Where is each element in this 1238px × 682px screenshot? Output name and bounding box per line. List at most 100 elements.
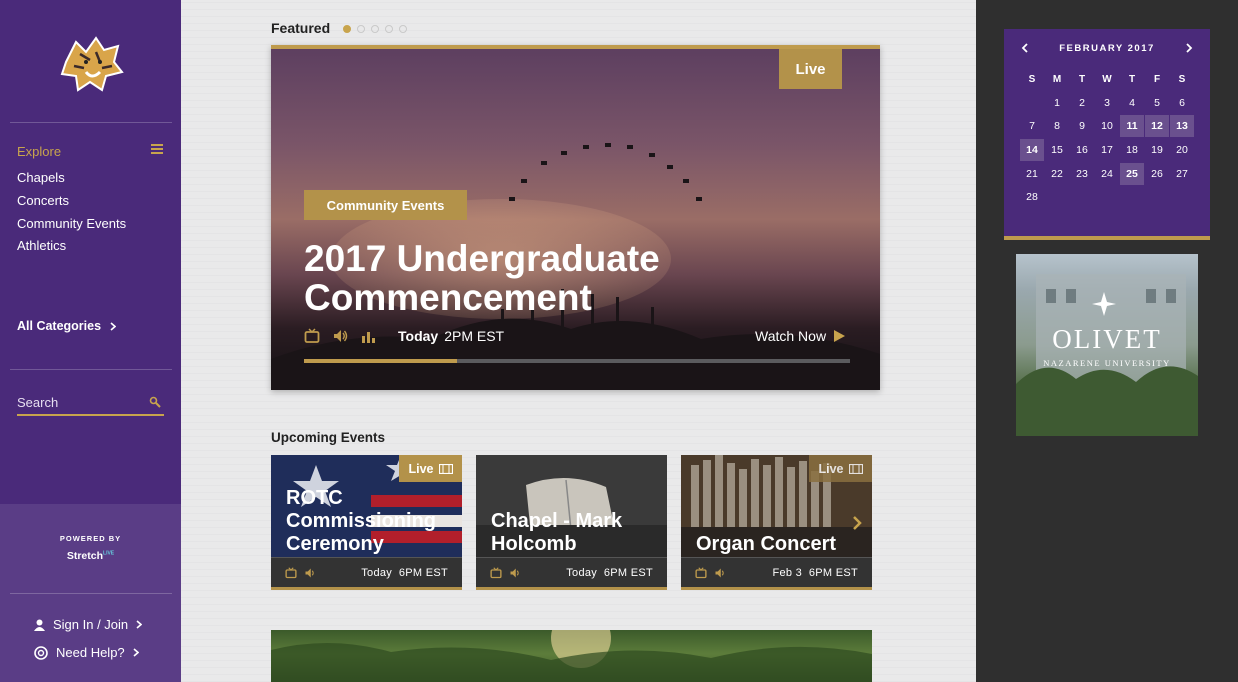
watch-now-button[interactable]: Watch Now — [755, 328, 846, 344]
search-box — [17, 394, 164, 416]
school-banner[interactable]: OLIVET NAZARENE UNIVERSITY — [1016, 254, 1198, 436]
all-categories-label: All Categories — [17, 319, 102, 333]
carousel-dot[interactable] — [385, 25, 393, 33]
calendar-day[interactable]: 2 — [1070, 92, 1094, 114]
event-title[interactable]: Chapel - Mark Holcomb — [491, 510, 661, 556]
tv-icon — [285, 566, 297, 578]
calendar-day[interactable]: 9 — [1070, 115, 1094, 137]
calendar-day[interactable]: 24 — [1095, 163, 1119, 185]
calendar-day[interactable]: 27 — [1170, 163, 1194, 185]
calendar-weekday: T — [1078, 73, 1086, 85]
carousel-dot[interactable] — [343, 25, 351, 33]
event-live-badge: Live — [809, 455, 872, 482]
audio-icon — [305, 568, 314, 577]
sidebar-divider — [10, 122, 172, 123]
nav-item-athletics[interactable]: Athletics — [17, 238, 66, 253]
search-icon[interactable] — [149, 396, 161, 408]
calendar-empty-cell — [1020, 92, 1044, 114]
calendar-day[interactable]: 4 — [1120, 92, 1144, 114]
carousel-dot[interactable] — [371, 25, 379, 33]
calendar-day[interactable]: 10 — [1095, 115, 1119, 137]
event-title[interactable]: Organ Concert — [696, 533, 866, 556]
all-categories-link[interactable]: All Categories — [17, 319, 117, 333]
calendar-day[interactable]: 19 — [1145, 139, 1169, 161]
featured-heading: Featured — [271, 20, 331, 36]
tv-icon — [490, 566, 502, 578]
sign-in-link[interactable]: Sign In / Join — [34, 617, 143, 632]
live-badge: Live — [779, 49, 842, 89]
chevron-right-icon — [136, 620, 143, 629]
event-card-chapel[interactable]: Chapel - Mark Holcomb Today 6PM EST — [476, 455, 667, 590]
event-card-rotc[interactable]: Live ROTC Commissioning Ceremony Today 6… — [271, 455, 462, 590]
calendar-day[interactable]: 26 — [1145, 163, 1169, 185]
calendar-day[interactable]: 12 — [1145, 115, 1169, 138]
event-live-label: Live — [818, 461, 844, 476]
event-title[interactable]: ROTC Commissioning Ceremony — [286, 487, 456, 556]
sidebar: Explore Chapels Concerts Community Event… — [0, 0, 181, 682]
calendar-month: FEBRUARY 2017 — [1059, 43, 1155, 54]
calendar-day[interactable]: 15 — [1045, 139, 1069, 161]
featured-time: 2PM EST — [444, 328, 505, 344]
event-day: Feb 3 — [772, 566, 803, 579]
sidebar-divider — [10, 369, 172, 370]
event-when: Today 6PM EST — [361, 567, 448, 579]
event-meta-bar: Today 6PM EST — [476, 557, 667, 590]
calendar-day[interactable]: 11 — [1120, 115, 1144, 138]
next-arrow-icon[interactable] — [852, 515, 862, 531]
calendar-day[interactable]: 1 — [1045, 92, 1069, 114]
search-input[interactable] — [17, 395, 137, 410]
forest-sunlight-artwork — [271, 630, 872, 682]
tiger-logo-icon[interactable] — [56, 32, 126, 94]
menu-icon[interactable] — [151, 144, 163, 154]
carousel-dot[interactable] — [357, 25, 365, 33]
calendar-day[interactable]: 7 — [1020, 115, 1044, 137]
audio-icon — [715, 568, 724, 577]
calendar-day[interactable]: 20 — [1170, 139, 1194, 161]
calendar-day[interactable]: 21 — [1020, 163, 1044, 185]
brand-name: Stretch — [66, 550, 104, 562]
calendar-day[interactable]: 5 — [1145, 92, 1169, 114]
calendar-day[interactable]: 28 — [1020, 186, 1044, 208]
event-live-badge: Live — [399, 455, 462, 482]
calendar-day[interactable]: 22 — [1045, 163, 1069, 185]
ticket-icon — [848, 463, 863, 474]
event-time: 6PM EST — [603, 566, 653, 579]
main-content: Featured Live Community Events 2017 Unde… — [181, 0, 976, 682]
calendar-day[interactable]: 14 — [1020, 139, 1044, 162]
event-calendar: FEBRUARY 2017 S M T W T F S 1 2 3 4 5 6 7 8 9 10 11 12 13 14… — [1004, 29, 1210, 240]
stats-icon — [362, 332, 375, 343]
calendar-day[interactable]: 13 — [1170, 115, 1194, 138]
nav-item-community-events[interactable]: Community Events — [17, 216, 126, 231]
carousel-dot[interactable] — [399, 25, 407, 33]
calendar-day[interactable]: 3 — [1095, 92, 1119, 114]
featured-hero-card[interactable]: Live Community Events 2017 Undergraduate… — [271, 45, 880, 390]
featured-day: Today — [398, 328, 439, 344]
calendar-day[interactable]: 25 — [1120, 162, 1144, 185]
calendar-day[interactable]: 17 — [1095, 139, 1119, 161]
event-meta-bar: Feb 3 6PM EST — [681, 557, 872, 590]
graduation-caps-icon — [509, 143, 702, 201]
school-name: OLIVET — [1052, 324, 1162, 354]
need-help-link[interactable]: Need Help? — [34, 645, 139, 660]
calendar-day[interactable]: 8 — [1045, 115, 1069, 137]
calendar-day[interactable]: 18 — [1120, 139, 1144, 161]
nav-item-chapels[interactable]: Chapels — [17, 170, 65, 185]
stretch-brand-logo[interactable]: StretchLIVE — [0, 550, 181, 562]
nav-item-concerts[interactable]: Concerts — [17, 193, 69, 208]
featured-title[interactable]: 2017 Undergraduate Commencement — [304, 239, 824, 317]
calendar-day[interactable]: 23 — [1070, 163, 1094, 185]
featured-progress-bar[interactable] — [304, 359, 850, 363]
calendar-day[interactable]: 6 — [1170, 92, 1194, 114]
event-day: Today — [361, 566, 393, 579]
event-meta-bar: Today 6PM EST — [271, 557, 462, 590]
category-badge[interactable]: Community Events — [304, 190, 467, 220]
calendar-next-icon[interactable] — [1184, 43, 1194, 53]
calendar-weekday: F — [1153, 73, 1161, 85]
sign-in-label: Sign In / Join — [53, 617, 129, 632]
calendar-weekday: T — [1128, 73, 1136, 85]
event-card-organ[interactable]: Live Organ Concert Feb 3 6PM EST — [681, 455, 872, 590]
calendar-day[interactable]: 16 — [1070, 139, 1094, 161]
ticket-icon — [438, 463, 453, 474]
play-icon — [834, 330, 846, 342]
next-event-banner[interactable] — [271, 630, 872, 682]
